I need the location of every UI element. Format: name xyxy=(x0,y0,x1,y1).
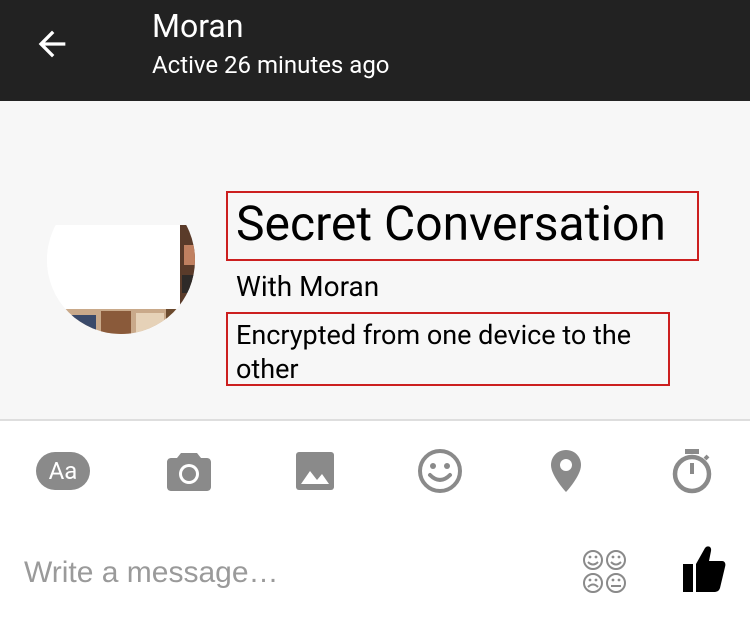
text-style-icon: Aa xyxy=(36,452,90,490)
message-input[interactable] xyxy=(24,547,544,599)
camera-button[interactable] xyxy=(159,443,219,499)
like-button[interactable] xyxy=(678,541,730,597)
back-button[interactable] xyxy=(28,22,76,66)
image-icon xyxy=(296,452,334,490)
gallery-button[interactable] xyxy=(285,443,345,499)
location-button[interactable] xyxy=(536,443,596,499)
app-header: Moran Active 26 minutes ago xyxy=(0,0,750,101)
text-style-button[interactable]: Aa xyxy=(33,443,93,499)
stickers-button[interactable] xyxy=(580,547,630,597)
secret-conversation-title: Secret Conversation xyxy=(236,195,666,252)
camera-icon xyxy=(167,453,211,491)
composer xyxy=(0,521,750,620)
emoji-icon xyxy=(418,449,462,493)
with-contact-label: With Moran xyxy=(236,270,380,303)
contact-name[interactable]: Moran xyxy=(152,6,243,46)
avatar[interactable] xyxy=(46,225,196,357)
timer-button[interactable] xyxy=(662,443,722,499)
avatar-photo xyxy=(47,225,195,334)
arrow-left-icon xyxy=(38,30,66,58)
messenger-screen: Moran Active 26 minutes ago Secret Conve… xyxy=(0,0,750,620)
emoji-grid-icon xyxy=(583,550,626,593)
thumbs-up-icon xyxy=(683,546,726,592)
location-icon xyxy=(551,450,581,492)
encryption-note: Encrypted from one device to the other xyxy=(236,319,632,385)
timer-icon xyxy=(672,449,712,494)
active-status: Active 26 minutes ago xyxy=(152,51,390,79)
composer-toolbar: Aa xyxy=(0,421,750,521)
emoji-button[interactable] xyxy=(410,443,470,499)
